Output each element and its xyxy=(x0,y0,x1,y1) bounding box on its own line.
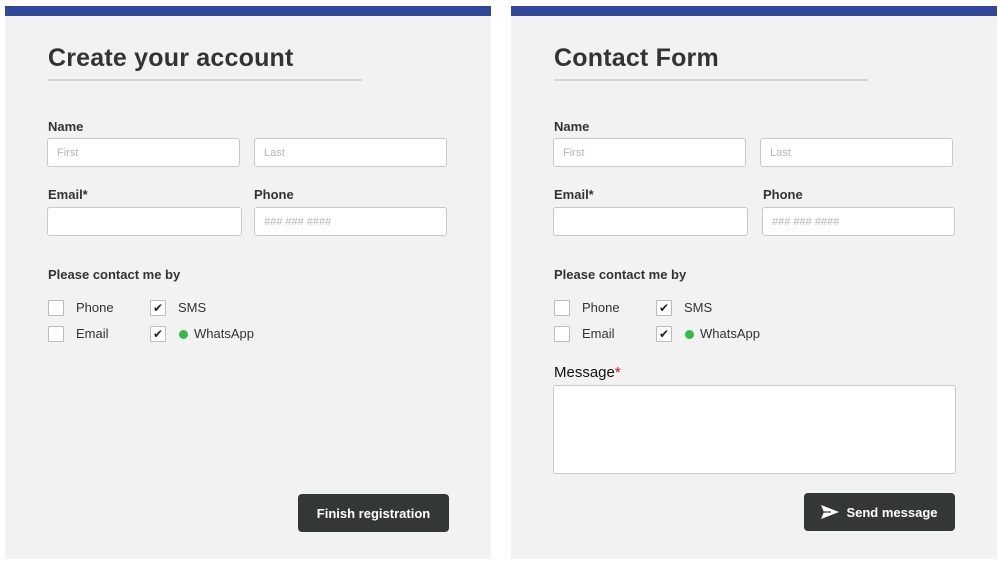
name-label: Name xyxy=(554,119,590,134)
contact-preference-label: Please contact me by xyxy=(48,267,181,282)
sms-option-label: SMS xyxy=(684,300,713,315)
whatsapp-icon xyxy=(179,330,188,339)
page-title: Create your account xyxy=(48,44,294,72)
whatsapp-checkbox[interactable]: ✔ xyxy=(656,326,672,342)
email-option-label: Email xyxy=(76,326,109,341)
page-title: Contact Form xyxy=(554,44,719,72)
email-label: Email* xyxy=(554,187,594,202)
message-textarea[interactable] xyxy=(553,385,956,474)
name-label: Name xyxy=(48,119,84,134)
whatsapp-icon xyxy=(685,330,694,339)
email-option-label: Email xyxy=(582,326,615,341)
title-divider xyxy=(554,79,868,81)
phone-option-label: Phone xyxy=(76,300,114,315)
message-label-text: Message xyxy=(554,364,615,381)
accent-bar xyxy=(511,6,997,16)
required-mark: * xyxy=(614,364,621,381)
last-name-input[interactable] xyxy=(760,138,953,167)
phone-input[interactable] xyxy=(762,207,955,236)
sms-option-label: SMS xyxy=(178,300,207,315)
whatsapp-option-label: WhatsApp xyxy=(194,326,254,341)
sms-checkbox[interactable]: ✔ xyxy=(656,300,672,316)
whatsapp-checkbox[interactable]: ✔ xyxy=(150,326,166,342)
whatsapp-option-label: WhatsApp xyxy=(700,326,760,341)
phone-label: Phone xyxy=(763,187,803,202)
email-checkbox[interactable] xyxy=(48,326,64,342)
contact-preference-label: Please contact me by xyxy=(554,267,687,282)
email-input[interactable] xyxy=(553,207,748,236)
finish-registration-button[interactable]: Finish registration xyxy=(298,494,449,532)
send-message-button[interactable]: Send message xyxy=(804,493,955,531)
phone-checkbox[interactable] xyxy=(554,300,570,316)
email-checkbox[interactable] xyxy=(554,326,570,342)
send-message-label: Send message xyxy=(846,504,938,520)
email-label: Email* xyxy=(48,187,88,202)
phone-label: Phone xyxy=(254,187,294,202)
email-input[interactable] xyxy=(47,207,242,236)
accent-bar xyxy=(5,6,491,16)
title-divider xyxy=(48,79,362,81)
phone-input[interactable] xyxy=(254,207,447,236)
first-name-input[interactable] xyxy=(553,138,746,167)
message-label: Message* xyxy=(554,364,621,381)
last-name-input[interactable] xyxy=(254,138,447,167)
create-account-panel: Create your account Name Email* Phone Pl… xyxy=(5,6,491,559)
phone-checkbox[interactable] xyxy=(48,300,64,316)
phone-option-label: Phone xyxy=(582,300,620,315)
first-name-input[interactable] xyxy=(47,138,240,167)
contact-form-panel: Contact Form Name Email* Phone Please co… xyxy=(511,6,997,559)
sms-checkbox[interactable]: ✔ xyxy=(150,300,166,316)
send-icon xyxy=(821,505,840,519)
